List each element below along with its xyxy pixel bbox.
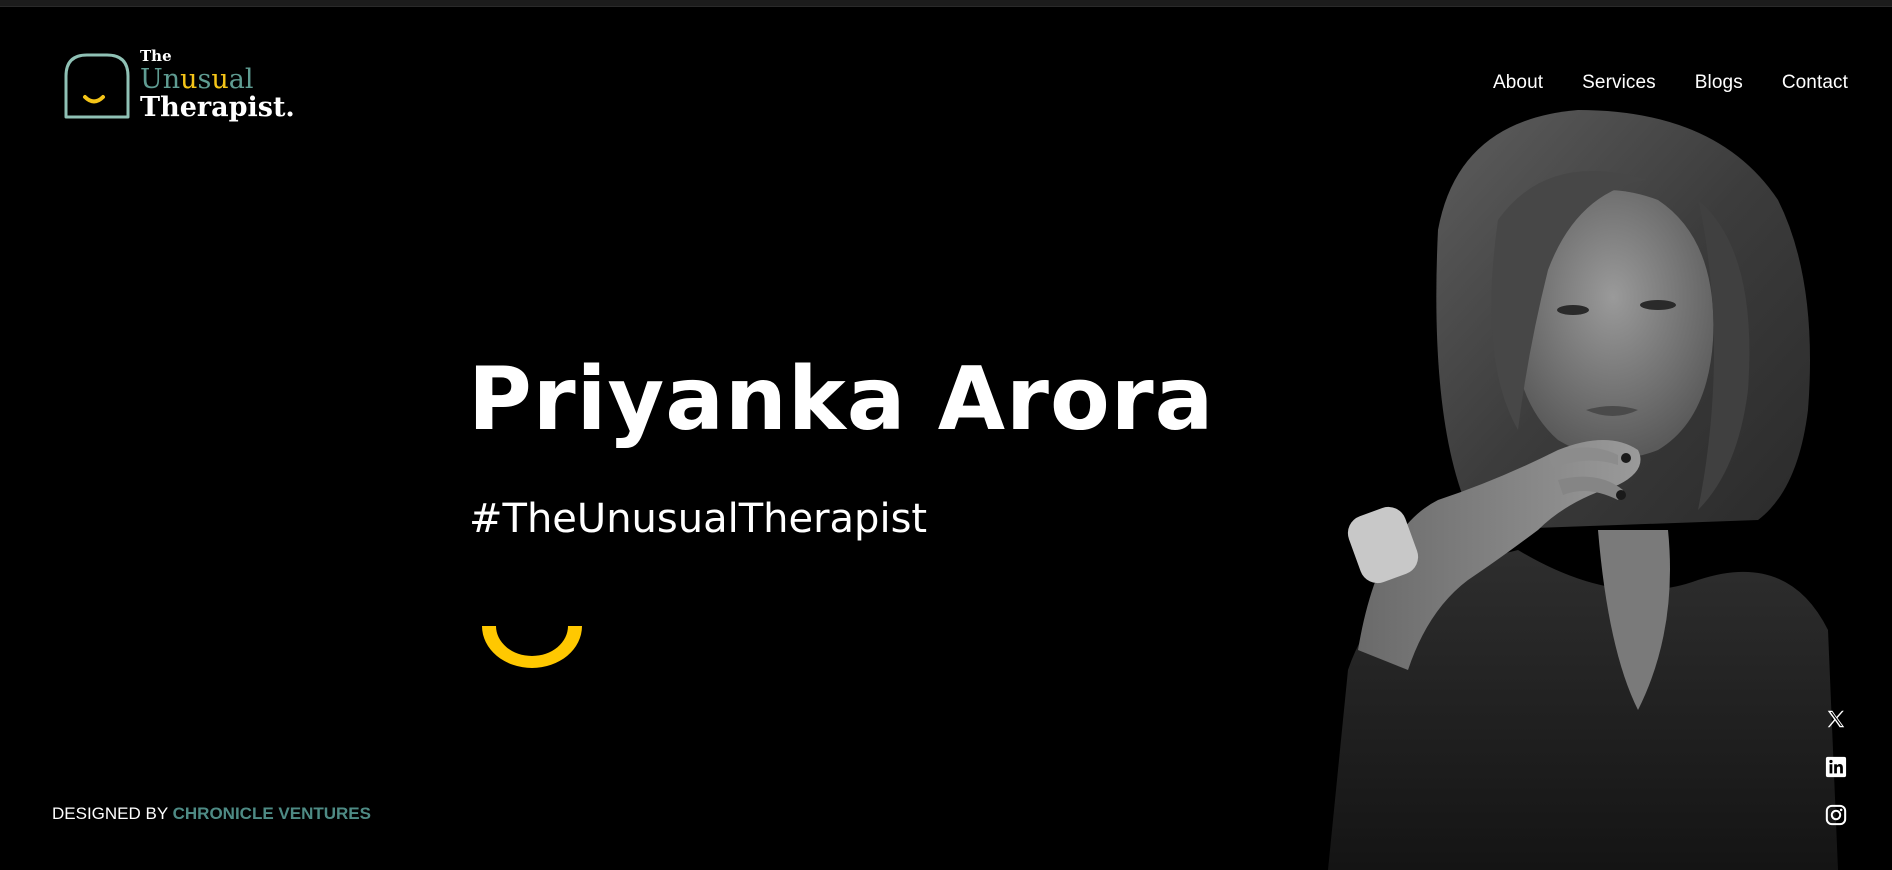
x-twitter-link[interactable] [1823, 706, 1849, 732]
nav-services[interactable]: Services [1582, 72, 1656, 94]
designer-link[interactable]: CHRONICLE VENTURES [173, 804, 371, 823]
page: The Unusual Therapist. About Services Bl… [0, 0, 1892, 870]
logo-therapist: Therapist. [140, 92, 295, 123]
x-twitter-icon [1827, 710, 1845, 728]
hero-tagline: #TheUnusualTherapist [469, 496, 928, 542]
main-nav: About Services Blogs Contact [1493, 72, 1848, 94]
credit-prefix: DESIGNED BY [52, 804, 168, 823]
nav-about[interactable]: About [1493, 72, 1543, 94]
linkedin-link[interactable] [1823, 754, 1849, 780]
linkedin-icon [1825, 756, 1847, 778]
logo-unusual: Unusual [140, 66, 295, 93]
logo-unusual-text: Unusual [140, 64, 254, 95]
instagram-icon [1825, 804, 1847, 826]
site-logo[interactable]: The Unusual Therapist. [63, 49, 303, 124]
nav-contact[interactable]: Contact [1782, 72, 1848, 94]
hero-title: Priyanka Arora [468, 348, 1215, 450]
logo-the: The [140, 47, 172, 65]
portrait-photo [1328, 110, 1838, 870]
smile-graphic-icon [482, 626, 582, 668]
nav-blogs[interactable]: Blogs [1695, 72, 1743, 94]
designer-credit: DESIGNED BY CHRONICLE VENTURES [52, 804, 371, 824]
instagram-link[interactable] [1823, 802, 1849, 828]
browser-top-bar [0, 0, 1892, 7]
logo-wordmark: The Unusual Therapist. [140, 47, 295, 123]
logo-face-icon [64, 53, 130, 119]
social-links [1822, 706, 1850, 828]
